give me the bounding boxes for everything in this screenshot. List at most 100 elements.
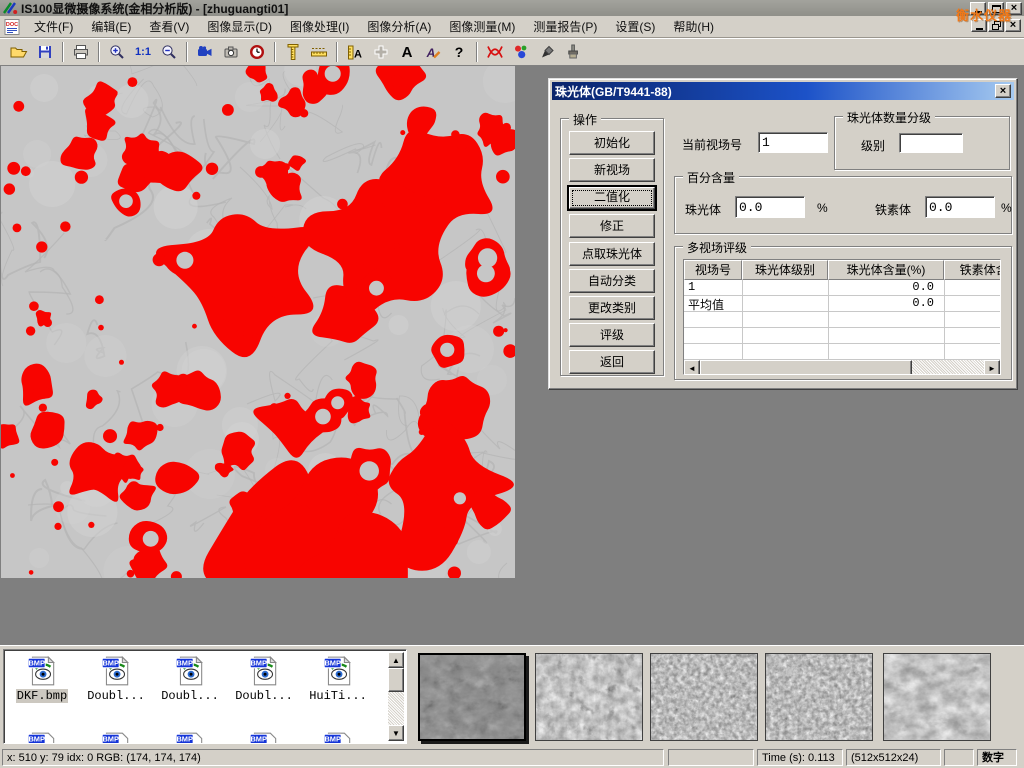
mdi-minimize-icon (976, 28, 983, 30)
binarize-button[interactable]: 二值化 (567, 185, 657, 211)
app-logo-icon (2, 1, 18, 15)
minimize-button[interactable] (970, 2, 986, 15)
col-field: 视场号 (684, 260, 742, 280)
scroll-up-icon: ▲ (392, 656, 400, 665)
menu-edit[interactable]: 编辑(E) (82, 15, 140, 38)
menu-image-display[interactable]: 图像显示(D) (198, 15, 281, 38)
mdi-minimize-button[interactable] (971, 19, 987, 32)
table-row[interactable]: 平均值 0.0 (684, 296, 1000, 312)
menu-file[interactable]: 文件(F) (25, 15, 82, 38)
new-field-button[interactable]: 新视场 (569, 158, 655, 182)
scrollbar-thumb[interactable] (700, 360, 912, 375)
file-item[interactable]: BMP HuiTi... (302, 654, 374, 703)
status-spacer (668, 749, 754, 766)
dialog-close-button[interactable]: × (995, 84, 1011, 98)
menu-help[interactable]: 帮助(H) (664, 15, 723, 38)
file-item[interactable]: BMP (80, 730, 152, 744)
document-icon: DOC (4, 18, 21, 36)
svg-text:BMP: BMP (102, 735, 119, 744)
save-button[interactable] (32, 40, 58, 64)
file-item[interactable]: BMP (302, 730, 374, 744)
return-button[interactable]: 返回 (569, 350, 655, 374)
scroll-up-button[interactable]: ▲ (388, 652, 404, 668)
brush-tool-button[interactable] (560, 40, 586, 64)
colored-balls-icon (513, 44, 529, 60)
calibration-button[interactable]: A (342, 40, 368, 64)
curve-tool-button[interactable] (482, 40, 508, 64)
preview-thumbnail[interactable] (535, 653, 643, 741)
rate-button[interactable]: 评级 (569, 323, 655, 347)
scrollbar-thumb[interactable] (388, 668, 404, 692)
multi-field-group: 多视场评级 视场号 珠光体级别 珠光体含量(%) 铁素体含量(%) 1 (674, 246, 1012, 380)
particle-analysis-button[interactable] (508, 40, 534, 64)
file-item[interactable]: BMP (154, 730, 226, 744)
ferrite-label: 铁素体 (875, 201, 911, 218)
menu-view[interactable]: 查看(V) (140, 15, 198, 38)
mdi-restore-button[interactable] (988, 19, 1004, 32)
file-item[interactable]: BMP (6, 730, 78, 744)
timer-button[interactable] (244, 40, 270, 64)
mdi-close-button[interactable]: × (1005, 19, 1021, 32)
actual-size-button[interactable]: 1:1 (130, 40, 156, 64)
menu-image-analysis[interactable]: 图像分析(A) (358, 15, 440, 38)
grid-button[interactable] (368, 40, 394, 64)
pen-tool-button[interactable] (534, 40, 560, 64)
change-class-button[interactable]: 更改类别 (569, 296, 655, 320)
current-field-input[interactable] (758, 132, 828, 153)
file-list-scrollbar[interactable]: ▲ ▼ (388, 652, 404, 741)
table-horizontal-scrollbar[interactable]: ◄ ► (684, 360, 1000, 375)
menu-image-processing[interactable]: 图像处理(I) (281, 15, 358, 38)
snapshot-button[interactable] (218, 40, 244, 64)
auto-classify-button[interactable]: 自动分类 (569, 269, 655, 293)
table-row[interactable]: 1 0.0 (684, 280, 1000, 296)
close-button[interactable]: × (1006, 2, 1022, 15)
help-button[interactable]: ? (446, 40, 472, 64)
preview-thumbnail[interactable] (765, 653, 873, 741)
open-file-button[interactable] (6, 40, 32, 64)
correct-button[interactable]: 修正 (569, 214, 655, 238)
preview-thumbnail[interactable] (418, 653, 526, 741)
cursor-position-status: x: 510 y: 79 idx: 0 RGB: (174, 174, 174) (2, 749, 664, 766)
file-name: Doubl... (234, 689, 294, 703)
file-list[interactable]: BMP DKF.bmp BMP Doubl... BMP Doubl... BM… (3, 649, 407, 744)
preview-thumbnail[interactable] (883, 653, 991, 741)
pick-pearlite-button[interactable]: 点取珠光体 (569, 242, 655, 266)
dialog-titlebar[interactable]: 珠光体(GB/T9441-88) × (552, 82, 1014, 100)
zoom-in-icon (109, 44, 125, 60)
menu-settings[interactable]: 设置(S) (606, 15, 664, 38)
actual-size-label: 1:1 (135, 46, 151, 58)
maximize-button[interactable] (988, 2, 1004, 15)
video-capture-button[interactable] (192, 40, 218, 64)
menu-image-measure[interactable]: 图像测量(M) (440, 15, 524, 38)
scroll-down-button[interactable]: ▼ (388, 725, 404, 741)
file-item[interactable]: BMP Doubl... (228, 654, 300, 703)
file-item[interactable]: BMP (228, 730, 300, 744)
toolbar-separator (98, 42, 100, 62)
zoom-in-button[interactable] (104, 40, 130, 64)
init-button[interactable]: 初始化 (569, 131, 655, 155)
scrollbar-track[interactable] (912, 360, 984, 375)
ferrite-percent-input[interactable] (925, 196, 995, 218)
file-item[interactable]: BMP Doubl... (80, 654, 152, 703)
horizontal-ruler-button[interactable] (306, 40, 332, 64)
file-item[interactable]: BMP Doubl... (154, 654, 226, 703)
print-button[interactable] (68, 40, 94, 64)
grid-line (828, 280, 829, 360)
scroll-right-button[interactable]: ► (984, 360, 1000, 375)
level-input[interactable] (899, 133, 963, 153)
file-name: DKF.bmp (16, 689, 68, 703)
ferrite-unit: % (1001, 201, 1012, 215)
text-tool-label: A (402, 44, 413, 61)
edit-annotation-button[interactable]: A (420, 40, 446, 64)
preview-thumbnail[interactable] (650, 653, 758, 741)
vertical-caliper-button[interactable] (280, 40, 306, 64)
zoom-out-button[interactable] (156, 40, 182, 64)
application-window: IS100显微摄像系统(金相分析版) - [zhuguangti01] × 衡水… (0, 0, 1024, 768)
horizontal-ruler-icon (310, 44, 328, 60)
text-annotation-button[interactable]: A (394, 40, 420, 64)
file-item[interactable]: BMP DKF.bmp (6, 654, 78, 703)
pearlite-percent-input[interactable] (735, 196, 805, 218)
menu-measure-report[interactable]: 测量报告(P) (524, 15, 606, 38)
scroll-left-button[interactable]: ◄ (684, 360, 700, 375)
micrograph-image[interactable] (1, 66, 515, 578)
